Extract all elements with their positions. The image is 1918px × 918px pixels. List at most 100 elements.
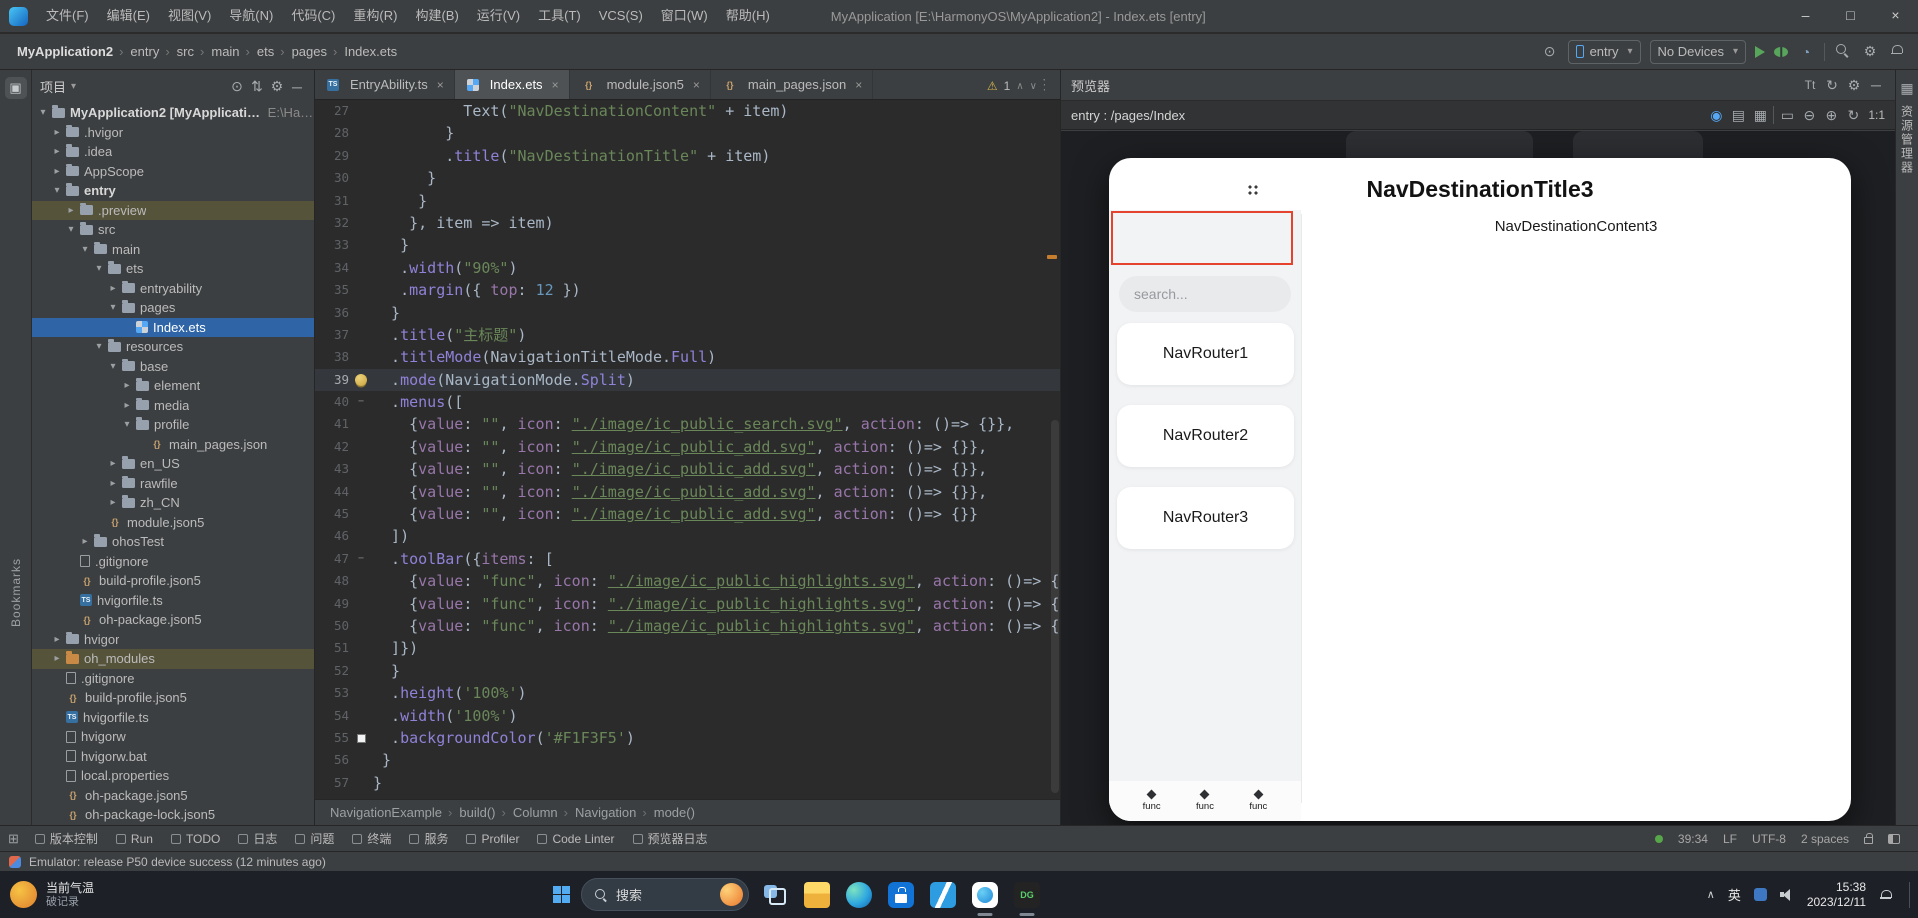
toolwindow-button-8[interactable]: Code Linter <box>529 832 622 846</box>
breadcrumb-item[interactable]: main <box>197 44 243 59</box>
nav-router-button[interactable]: NavRouter3 <box>1117 487 1294 549</box>
breadcrumb-item[interactable]: pages <box>277 44 330 59</box>
tree-item[interactable]: ▾ profile <box>32 415 314 435</box>
status-message[interactable]: Emulator: release P50 device success (12… <box>29 855 326 869</box>
tree-item[interactable]: {} oh-package.json5 <box>32 786 314 806</box>
config-icon[interactable]: ⊙ <box>1541 42 1559 62</box>
clock[interactable]: 15:38 2023/12/11 <box>1807 880 1866 910</box>
settings-icon[interactable]: ⚙ <box>1861 42 1879 62</box>
maximize-button[interactable]: □ <box>1828 0 1873 33</box>
locate-icon[interactable]: ⊙ <box>228 77 246 97</box>
tree-item[interactable]: .gitignore <box>32 552 314 572</box>
code-line[interactable]: 55 .backgroundColor('#F1F3F5') <box>315 727 1060 749</box>
editor-scrollbar[interactable] <box>1051 420 1059 793</box>
tree-item[interactable]: TS hvigorfile.ts <box>32 708 314 728</box>
rotate-icon[interactable]: ↻ <box>1844 105 1862 125</box>
tree-item[interactable]: ▾ main <box>32 240 314 260</box>
taskbar-app-store[interactable] <box>886 871 916 918</box>
chevron-open-icon[interactable]: ▾ <box>92 263 106 274</box>
editor-breadcrumb-item[interactable]: NavigationExample <box>327 805 445 820</box>
zoom-in-icon[interactable]: ⊕ <box>1822 105 1840 125</box>
tree-item[interactable]: {} module.json5 <box>32 513 314 533</box>
speaker-icon[interactable] <box>1779 888 1794 901</box>
editor-breadcrumb-item[interactable]: Navigation <box>561 805 640 820</box>
notifications-bell-icon[interactable] <box>1879 889 1892 901</box>
toolwindow-button-3[interactable]: 日志 <box>230 830 285 847</box>
code-line[interactable]: 39 .mode(NavigationMode.Split) <box>315 368 1060 392</box>
taskbar-app-explorer[interactable] <box>802 871 832 918</box>
code-line[interactable]: 38 .titleMode(NavigationTitleMode.Full) <box>315 346 1060 368</box>
toolwindow-button-5[interactable]: 终端 <box>344 830 399 847</box>
code-line[interactable]: 51 ]}) <box>315 637 1060 659</box>
code-line[interactable]: 54 .width('100%') <box>315 705 1060 727</box>
bell-icon[interactable] <box>1888 42 1906 62</box>
taskbar-app-vscode[interactable] <box>928 871 958 918</box>
tree-item[interactable]: {} build-profile.json5 <box>32 688 314 708</box>
fold-icon[interactable]: − <box>358 548 364 570</box>
tree-item[interactable]: ▾ base <box>32 357 314 377</box>
settings-icon[interactable]: ⚙ <box>268 77 286 97</box>
next-warning-icon[interactable]: ∨ <box>1030 81 1037 92</box>
code-line[interactable]: 30 } <box>315 167 1060 189</box>
tree-item[interactable]: ▾ pages <box>32 298 314 318</box>
toolwindow-button-4[interactable]: 问题 <box>287 830 342 847</box>
chevron-closed-icon[interactable]: ▸ <box>106 497 120 508</box>
target-icon[interactable]: ◉ <box>1707 105 1725 125</box>
editor-breadcrumb-item[interactable]: mode() <box>639 805 698 820</box>
menubar-item-4[interactable]: 代码(C) <box>282 0 344 32</box>
editor-tab-index-ets[interactable]: Index.ets × <box>454 70 570 99</box>
fold-icon[interactable]: − <box>358 391 364 413</box>
toolwindow-button-1[interactable]: Run <box>108 832 161 846</box>
code-line[interactable]: 31 } <box>315 190 1060 212</box>
editor-breadcrumb-item[interactable]: Column <box>498 805 560 820</box>
menubar-item-0[interactable]: 文件(F) <box>37 0 98 32</box>
menubar-item-2[interactable]: 视图(V) <box>159 0 220 32</box>
code-line[interactable]: 37 .title("主标题") <box>315 324 1060 346</box>
tree-item[interactable]: ▸ ohosTest <box>32 532 314 552</box>
lock-icon[interactable] <box>1864 832 1873 844</box>
start-button[interactable] <box>553 886 570 903</box>
tree-item[interactable]: ▸ hvigor <box>32 630 314 650</box>
tree-item[interactable]: ▸ en_US <box>32 454 314 474</box>
tree-item[interactable]: ▾ src <box>32 220 314 240</box>
code-line[interactable]: 34 .width("90%") <box>315 257 1060 279</box>
chevron-closed-icon[interactable]: ▸ <box>64 205 78 216</box>
tree-item[interactable]: {} oh-package-lock.json5 <box>32 805 314 825</box>
hidden-icons-chevron[interactable]: ∧ <box>1707 888 1715 901</box>
tree-item[interactable]: {} oh-package.json5 <box>32 610 314 630</box>
tree-item[interactable]: ▸ entryability <box>32 279 314 299</box>
menubar-item-3[interactable]: 导航(N) <box>220 0 282 32</box>
breadcrumb-item[interactable]: ets <box>243 44 278 59</box>
tree-item[interactable]: ▸ zh_CN <box>32 493 314 513</box>
minimize-button[interactable]: – <box>1783 0 1828 33</box>
tree-item[interactable]: ▸ .preview <box>32 200 314 220</box>
code-line[interactable]: 42 {value: "", icon: "./image/ic_public_… <box>315 436 1060 458</box>
tree-item[interactable]: ▸ element <box>32 376 314 396</box>
inspection-widget[interactable]: ⚠ 1 ∧ ∨ <box>979 77 1044 95</box>
close-tab-icon[interactable]: × <box>855 78 862 92</box>
menubar-item-10[interactable]: 窗口(W) <box>652 0 717 32</box>
chevron-closed-icon[interactable]: ▸ <box>120 400 134 411</box>
menubar-item-8[interactable]: 工具(T) <box>529 0 590 32</box>
chevron-closed-icon[interactable]: ▸ <box>50 634 64 645</box>
menubar-item-6[interactable]: 构建(B) <box>406 0 467 32</box>
close-button[interactable]: × <box>1873 0 1918 33</box>
code-line[interactable]: 48 {value: "func", icon: "./image/ic_pub… <box>315 570 1060 592</box>
chevron-closed-icon[interactable]: ▸ <box>106 283 120 294</box>
code-line[interactable]: 29 .title("NavDestinationTitle" + item) <box>315 145 1060 167</box>
tree-item[interactable]: hvigorw <box>32 727 314 747</box>
code-line[interactable]: 28 } <box>315 122 1060 144</box>
toolwindow-button-7[interactable]: Profiler <box>458 832 527 846</box>
tree-item[interactable]: ▾ entry <box>32 181 314 201</box>
editor-tab-entryability-ts[interactable]: TS EntryAbility.ts × <box>315 70 455 99</box>
indent-info[interactable]: 2 spaces <box>1801 832 1849 846</box>
color-swatch[interactable] <box>356 733 366 743</box>
code-line[interactable]: 33 } <box>315 234 1060 256</box>
breadcrumb-item[interactable]: Index.ets <box>330 44 400 59</box>
menubar-item-7[interactable]: 运行(V) <box>468 0 529 32</box>
code-editor[interactable]: 27 Text("NavDestinationContent" + item) 2… <box>315 100 1060 799</box>
nav-router-button[interactable]: NavRouter1 <box>1117 323 1294 385</box>
taskbar-app-datagrip[interactable]: DG <box>1012 871 1042 918</box>
tree-item[interactable]: ▸ AppScope <box>32 162 314 182</box>
debug-icon[interactable] <box>1774 46 1788 57</box>
